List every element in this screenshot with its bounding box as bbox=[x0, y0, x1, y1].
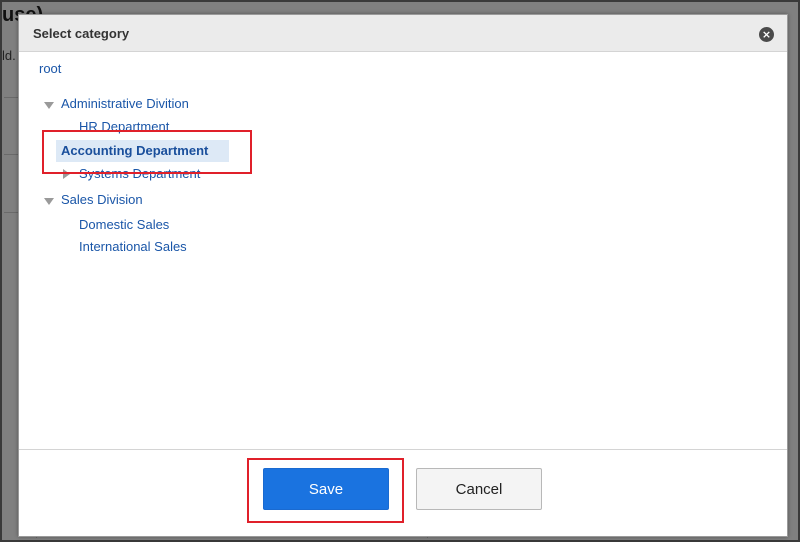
tree-node-hr-department[interactable]: HR Department bbox=[79, 116, 169, 138]
tree-node-label[interactable]: Administrative Divition bbox=[61, 96, 189, 111]
select-category-dialog: Select category × root Administrative Di… bbox=[18, 14, 788, 537]
tree-node-label[interactable]: root bbox=[39, 61, 61, 76]
dialog-footer: Save Cancel bbox=[19, 449, 787, 536]
tree-node-systems-department[interactable]: Systems Department bbox=[79, 163, 200, 185]
save-button[interactable]: Save bbox=[263, 468, 389, 510]
expand-arrow-down-icon[interactable] bbox=[44, 102, 54, 109]
tree-node-accounting-department[interactable]: Accounting Department bbox=[56, 140, 229, 162]
tree-node-label[interactable]: Sales Division bbox=[61, 192, 143, 207]
tree-node-label[interactable]: International Sales bbox=[79, 239, 187, 254]
expand-arrow-right-icon[interactable] bbox=[63, 169, 70, 179]
tree-node-sales-division[interactable]: Sales Division bbox=[61, 189, 143, 211]
cancel-button[interactable]: Cancel bbox=[416, 468, 542, 510]
category-tree: root Administrative Divition HR Departme… bbox=[19, 53, 787, 451]
tree-node-root[interactable]: root bbox=[39, 58, 61, 80]
tree-node-domestic-sales[interactable]: Domestic Sales bbox=[79, 214, 169, 236]
close-icon[interactable]: × bbox=[759, 27, 774, 42]
dialog-title: Select category bbox=[33, 26, 130, 41]
expand-arrow-down-icon[interactable] bbox=[44, 198, 54, 205]
tree-node-label[interactable]: HR Department bbox=[79, 119, 169, 134]
tree-node-administrative-divition[interactable]: Administrative Divition bbox=[61, 93, 189, 115]
tree-node-label[interactable]: Domestic Sales bbox=[79, 217, 169, 232]
background-text: ld. bbox=[2, 48, 16, 63]
tree-node-label[interactable]: Systems Department bbox=[79, 166, 200, 181]
tree-node-label[interactable]: Accounting Department bbox=[61, 143, 208, 158]
dialog-header: Select category × bbox=[19, 15, 787, 52]
tree-node-international-sales[interactable]: International Sales bbox=[79, 236, 187, 258]
